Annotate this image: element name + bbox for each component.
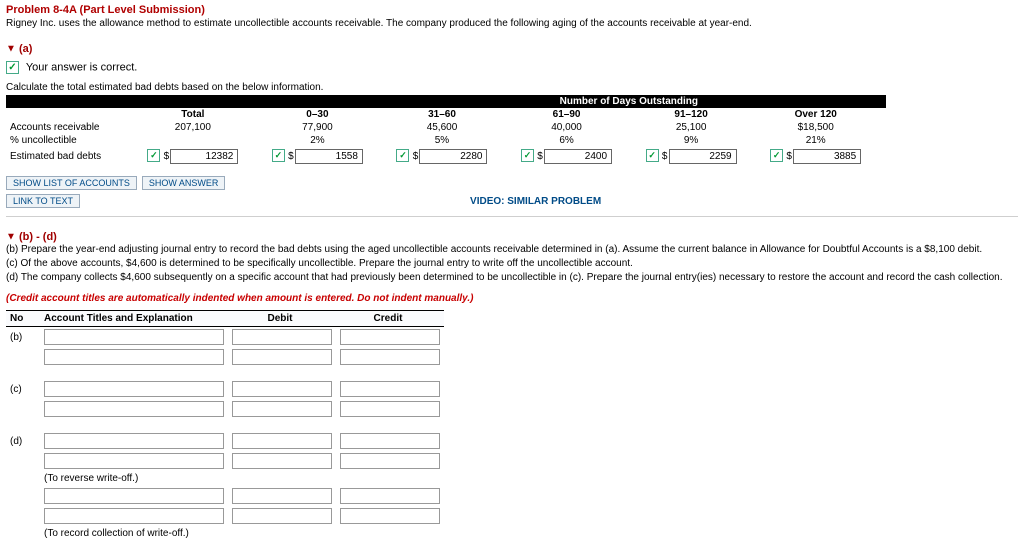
answer-correct-text: Your answer is correct. — [26, 61, 137, 73]
col-total-header: Total — [131, 108, 256, 121]
pct-total — [131, 134, 256, 147]
je-row-b-label: (b) — [6, 327, 40, 348]
je-row-c-label: (c) — [6, 379, 40, 399]
je-d2-title-input[interactable] — [44, 453, 224, 469]
est-91-120[interactable]: 2259 — [669, 149, 737, 164]
part-bd-description: (b) Prepare the year-end adjusting journ… — [6, 243, 1018, 285]
je-b2-debit-input[interactable] — [232, 349, 332, 365]
part-a-toggle[interactable]: ▼ (a) — [6, 43, 1018, 55]
pct-61-90: 6% — [504, 134, 629, 147]
je-row-d-label: (d) — [6, 431, 40, 451]
ar-total: 207,100 — [131, 121, 256, 134]
je-c2-credit-input[interactable] — [340, 401, 440, 417]
show-list-button[interactable]: SHOW LIST OF ACCOUNTS — [6, 176, 137, 190]
je-d4-debit-input[interactable] — [232, 508, 332, 524]
part-a-label: (a) — [19, 43, 32, 55]
row-ar-label: Accounts receivable — [6, 121, 131, 134]
je-d2-credit-input[interactable] — [340, 453, 440, 469]
answer-correct-line: ✓ Your answer is correct. — [6, 61, 1018, 74]
ar-61-90: 40,000 — [504, 121, 629, 134]
col-91-120-header: 91–120 — [629, 108, 754, 121]
pct-0-30: 2% — [255, 134, 380, 147]
je-d3-credit-input[interactable] — [340, 488, 440, 504]
col-over-120-header: Over 120 — [753, 108, 878, 121]
je-b1-title-input[interactable] — [44, 329, 224, 345]
journal-entry-table: No Account Titles and Explanation Debit … — [6, 310, 444, 541]
caret-down-icon: ▼ — [6, 232, 16, 243]
je-d1-title-input[interactable] — [44, 433, 224, 449]
part-bd-toggle[interactable]: ▼ (b) - (d) — [6, 231, 1018, 243]
ar-31-60: 45,600 — [380, 121, 505, 134]
je-b2-title-input[interactable] — [44, 349, 224, 365]
check-icon: ✓ — [396, 149, 409, 162]
je-d4-title-input[interactable] — [44, 508, 224, 524]
row-pct-label: % uncollectible — [6, 134, 131, 147]
section-divider — [6, 216, 1018, 217]
check-icon: ✓ — [646, 149, 659, 162]
part-a-instruction: Calculate the total estimated bad debts … — [6, 82, 1018, 93]
est-0-30[interactable]: 1558 — [295, 149, 363, 164]
caption-reverse: (To reverse write-off.) — [40, 471, 444, 486]
check-icon: ✓ — [770, 149, 783, 162]
je-c1-debit-input[interactable] — [232, 381, 332, 397]
desc-line-b: (b) Prepare the year-end adjusting journ… — [6, 243, 1018, 257]
video-similar-problem-link[interactable]: VIDEO: SIMILAR PROBLEM — [470, 196, 601, 207]
aging-table: Number of Days Outstanding Total 0–30 31… — [6, 95, 886, 166]
est-total[interactable]: 12382 — [170, 149, 238, 164]
je-c1-title-input[interactable] — [44, 381, 224, 397]
col-61-90-header: 61–90 — [504, 108, 629, 121]
check-icon: ✓ — [521, 149, 534, 162]
je-header-titles: Account Titles and Explanation — [40, 311, 228, 327]
je-b1-debit-input[interactable] — [232, 329, 332, 345]
je-c2-debit-input[interactable] — [232, 401, 332, 417]
je-b2-credit-input[interactable] — [340, 349, 440, 365]
je-header-no: No — [6, 311, 40, 327]
je-header-credit: Credit — [336, 311, 444, 327]
link-to-text-button[interactable]: LINK TO TEXT — [6, 194, 80, 208]
pct-91-120: 9% — [629, 134, 754, 147]
col-31-60-header: 31–60 — [380, 108, 505, 121]
problem-title: Problem 8-4A (Part Level Submission) — [6, 4, 1018, 16]
je-c1-credit-input[interactable] — [340, 381, 440, 397]
indent-note: (Credit account titles are automatically… — [6, 293, 1018, 304]
check-icon: ✓ — [147, 149, 160, 162]
show-answer-button[interactable]: SHOW ANSWER — [142, 176, 226, 190]
desc-line-c: (c) Of the above accounts, $4,600 is det… — [6, 257, 1018, 271]
problem-intro: Rigney Inc. uses the allowance method to… — [6, 18, 1018, 29]
row-est-label: Estimated bad debts — [6, 147, 131, 166]
je-d3-title-input[interactable] — [44, 488, 224, 504]
je-d1-credit-input[interactable] — [340, 433, 440, 449]
je-d1-debit-input[interactable] — [232, 433, 332, 449]
est-61-90[interactable]: 2400 — [544, 149, 612, 164]
je-header-debit: Debit — [228, 311, 336, 327]
ar-0-30: 77,900 — [255, 121, 380, 134]
table-caption: Number of Days Outstanding — [504, 95, 753, 108]
je-d3-debit-input[interactable] — [232, 488, 332, 504]
caret-down-icon: ▼ — [6, 44, 16, 55]
caption-record: (To record collection of write-off.) — [40, 526, 444, 541]
ar-over-120: $18,500 — [753, 121, 878, 134]
check-icon: ✓ — [6, 61, 19, 74]
est-31-60[interactable]: 2280 — [419, 149, 487, 164]
pct-31-60: 5% — [380, 134, 505, 147]
je-d2-debit-input[interactable] — [232, 453, 332, 469]
je-d4-credit-input[interactable] — [340, 508, 440, 524]
desc-line-d: (d) The company collects $4,600 subseque… — [6, 271, 1018, 285]
col-0-30-header: 0–30 — [255, 108, 380, 121]
je-b1-credit-input[interactable] — [340, 329, 440, 345]
part-bd-label: (b) - (d) — [19, 231, 57, 243]
check-icon: ✓ — [272, 149, 285, 162]
est-over-120[interactable]: 3885 — [793, 149, 861, 164]
je-c2-title-input[interactable] — [44, 401, 224, 417]
pct-over-120: 21% — [753, 134, 878, 147]
ar-91-120: 25,100 — [629, 121, 754, 134]
